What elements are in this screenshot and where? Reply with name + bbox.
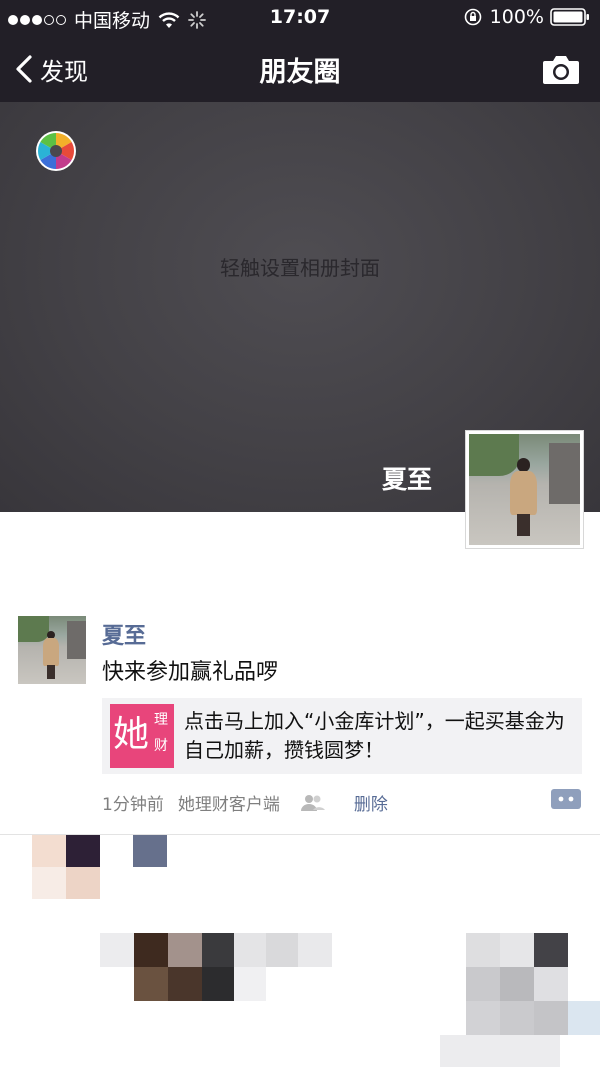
profile-avatar[interactable] <box>465 430 584 549</box>
status-bar: 中国移动 17:07 100% <box>0 0 600 36</box>
logo-main-char: 她 <box>113 714 150 755</box>
link-title: 点击马上加入“小金库计划”，一起买基金为自己加薪，攒钱圆梦！ <box>184 709 565 762</box>
blur-block <box>568 1001 600 1035</box>
blur-block <box>32 867 66 899</box>
blur-block <box>134 933 168 967</box>
blur-block <box>534 933 568 967</box>
blur-block <box>500 933 534 967</box>
logo-sub-char-2: 财 <box>154 738 168 754</box>
blur-block <box>168 967 202 1001</box>
blur-block <box>134 967 168 1001</box>
battery-percent: 100% <box>489 6 544 28</box>
delete-button[interactable]: 删除 <box>354 790 388 815</box>
blur-block <box>500 1001 534 1035</box>
logo-sub-char-1: 理 <box>154 712 168 728</box>
blur-block <box>202 933 234 967</box>
cover-hint: 轻触设置相册封面 <box>220 256 380 280</box>
blur-block <box>266 933 298 967</box>
cover-user-name: 夏至 <box>381 465 432 494</box>
camera-icon[interactable] <box>542 52 580 86</box>
blur-block <box>32 835 66 867</box>
blur-block <box>66 867 100 899</box>
post-time: 1分钟前 <box>102 795 164 815</box>
blur-block <box>202 967 234 1001</box>
blur-block <box>298 933 332 967</box>
shared-link-card[interactable]: 她 理 财 点击马上加入“小金库计划”，一起买基金为自己加薪，攒钱圆梦！ <box>102 698 582 774</box>
blur-block <box>534 1001 568 1035</box>
post-text: 快来参加赢礼品啰 <box>102 660 279 685</box>
blur-block <box>534 967 568 1001</box>
avatar-photo <box>469 434 580 545</box>
comment-icon[interactable] <box>550 788 582 812</box>
blur-block <box>66 835 100 867</box>
blur-block <box>234 967 266 1001</box>
blur-block <box>500 967 534 1001</box>
post-avatar-photo <box>18 616 86 684</box>
blur-block <box>440 1035 560 1067</box>
aperture-icon <box>36 131 76 171</box>
friends-icon <box>300 794 325 811</box>
blur-block <box>466 933 500 967</box>
blur-block <box>133 835 167 867</box>
nav-bar: 发现 朋友圈 <box>0 36 600 102</box>
blur-block <box>168 933 202 967</box>
blur-block <box>466 967 500 1001</box>
blur-block <box>466 1001 500 1035</box>
app-logo: 她 理 财 <box>110 704 174 768</box>
post-author[interactable]: 夏至 <box>102 618 146 650</box>
status-right: 100% <box>464 6 590 28</box>
blur-block <box>234 933 266 967</box>
rotation-lock-icon <box>464 8 481 26</box>
blur-block <box>100 933 134 967</box>
post-source: 她理财客户端 <box>177 795 280 815</box>
post-avatar[interactable] <box>18 616 86 684</box>
page-title: 朋友圈 <box>259 57 341 88</box>
battery-icon <box>550 8 589 26</box>
post-meta: 1分钟前 她理财客户端 删除 <box>102 790 388 815</box>
